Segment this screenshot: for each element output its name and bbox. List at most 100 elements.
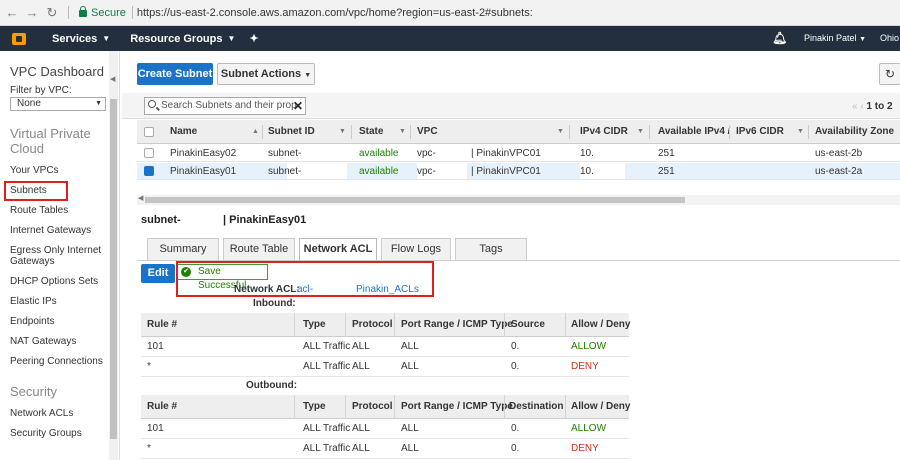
column-divider xyxy=(565,313,566,337)
header-vpc[interactable]: VPC xyxy=(417,120,438,144)
column-divider xyxy=(729,125,730,139)
table-row: * ALL Traffic ALL ALL 0. DENY xyxy=(141,439,629,459)
tab-tags[interactable]: Tags xyxy=(455,238,527,260)
column-divider xyxy=(410,125,411,139)
cell-vpc: vpc- xyxy=(417,166,436,177)
chevron-down-icon[interactable]: ▼ xyxy=(399,120,406,144)
cell-port-range: ALL xyxy=(401,443,419,454)
edit-button[interactable]: Edit xyxy=(141,264,175,283)
region-menu[interactable]: Ohio xyxy=(880,33,899,43)
select-all-checkbox[interactable] xyxy=(144,127,154,137)
cell-rule: * xyxy=(147,443,151,454)
row-checkbox[interactable] xyxy=(144,148,154,158)
sort-ascending-icon[interactable]: ▲ xyxy=(252,120,259,144)
sidebar-item-egress-only-gateways[interactable]: Egress Only Internet Gateways xyxy=(10,245,110,267)
resource-groups-menu[interactable]: Resource Groups ▼ xyxy=(130,33,235,45)
tab-summary[interactable]: Summary xyxy=(147,238,219,260)
sidebar-scroll-thumb[interactable] xyxy=(110,99,117,439)
chevron-down-icon: ▼ xyxy=(95,100,102,107)
scroll-left-icon[interactable]: ◀ xyxy=(138,194,143,202)
refresh-icon[interactable]: ↻ xyxy=(879,63,900,85)
tab-flow-logs[interactable]: Flow Logs xyxy=(381,238,451,260)
sidebar-item-security-groups[interactable]: Security Groups xyxy=(10,428,110,439)
vpc-filter-select[interactable]: None ▼ xyxy=(10,97,106,111)
services-menu[interactable]: Services ▼ xyxy=(52,33,110,45)
chevron-down-icon: ▼ xyxy=(859,36,866,43)
sidebar-item-elastic-ips[interactable]: Elastic IPs xyxy=(10,296,110,307)
network-acl-id-link[interactable]: acl- xyxy=(297,284,313,295)
subnet-actions-button[interactable]: Subnet Actions ▼ xyxy=(217,63,315,85)
chevron-down-icon[interactable]: ▼ xyxy=(339,120,346,144)
column-divider xyxy=(345,395,346,419)
lock-icon xyxy=(79,6,87,17)
bell-icon[interactable]: 🔔︎ xyxy=(772,31,787,45)
reload-icon[interactable]: ↻ xyxy=(44,5,60,21)
header-availability-zone[interactable]: Availability Zone xyxy=(815,120,894,144)
scroll-up-icon[interactable]: ◀ xyxy=(110,75,115,83)
sidebar-title[interactable]: VPC Dashboard xyxy=(10,64,104,79)
cell-available-ipv4: 251 xyxy=(658,166,675,177)
horizontal-scrollbar[interactable]: ◀ xyxy=(137,195,900,205)
column-divider xyxy=(294,395,295,419)
tab-route-table[interactable]: Route Table xyxy=(223,238,295,260)
sidebar-item-route-tables[interactable]: Route Tables xyxy=(10,205,110,216)
cell-type: ALL Traffic xyxy=(303,443,351,454)
main-content: Create Subnet Subnet Actions ▼ ↻ Search … xyxy=(122,51,900,460)
sidebar-item-peering-connections[interactable]: Peering Connections xyxy=(10,356,110,367)
header-ipv4-cidr[interactable]: IPv4 CIDR xyxy=(580,120,628,144)
sidebar-item-your-vpcs[interactable]: Your VPCs xyxy=(10,165,110,176)
aws-logo-icon[interactable] xyxy=(12,32,26,45)
cell-state: available xyxy=(359,166,399,177)
column-divider xyxy=(294,313,295,337)
sidebar-item-internet-gateways[interactable]: Internet Gateways xyxy=(10,225,110,236)
secure-indicator[interactable]: Secure xyxy=(79,6,126,19)
create-subnet-button[interactable]: Create Subnet xyxy=(137,63,213,85)
cell-vpc: vpc- xyxy=(417,148,436,159)
column-divider xyxy=(394,313,395,337)
pin-icon[interactable]: ✦ xyxy=(249,32,258,45)
cell-availability-zone: us-east-2a xyxy=(815,166,863,177)
header-state[interactable]: State xyxy=(359,120,383,144)
sidebar-item-nat-gateways[interactable]: NAT Gateways xyxy=(10,336,110,347)
table-row[interactable]: PinakinEasy02 subnet- available vpc- | P… xyxy=(137,145,900,162)
sidebar-item-endpoints[interactable]: Endpoints xyxy=(10,316,110,327)
chevron-down-icon[interactable]: ▼ xyxy=(637,120,644,144)
sidebar-item-network-acls[interactable]: Network ACLs xyxy=(10,408,110,419)
divider xyxy=(131,6,133,19)
first-page-icon[interactable]: « xyxy=(852,101,858,112)
sidebar-item-dhcp-options[interactable]: DHCP Options Sets xyxy=(10,276,110,287)
horizontal-scroll-thumb[interactable] xyxy=(145,197,685,203)
cell-availability-zone: us-east-2b xyxy=(815,148,863,159)
tab-network-acl[interactable]: Network ACL xyxy=(299,238,377,261)
cell-rule: 101 xyxy=(147,341,164,352)
cell-port-range: ALL xyxy=(401,423,419,434)
pagination: « ‹ 1 to 2 xyxy=(852,101,893,112)
sidebar-scrollbar[interactable]: ◀ xyxy=(109,51,118,460)
column-divider xyxy=(565,395,566,419)
header-type: Type xyxy=(303,401,326,412)
search-input[interactable]: Search Subnets and their prop ✕ xyxy=(144,97,306,115)
header-name[interactable]: Name xyxy=(170,120,197,144)
table-row-selected[interactable]: PinakinEasy01 subnet- available vpc- | P… xyxy=(137,163,900,180)
cell-type: ALL Traffic xyxy=(303,341,351,352)
forward-arrow-icon[interactable]: → xyxy=(24,5,40,20)
chevron-down-icon[interactable]: ▼ xyxy=(797,120,804,144)
user-menu[interactable]: Pinakin Patel ▼ xyxy=(804,33,866,43)
subnets-highlight-box xyxy=(4,181,68,201)
url-field[interactable]: https://us-east-2.console.aws.amazon.com… xyxy=(137,7,533,19)
row-checkbox-checked[interactable] xyxy=(144,166,154,176)
header-available-ipv4[interactable]: Available IPv4 / xyxy=(658,120,730,144)
header-protocol: Protocol xyxy=(352,401,393,412)
header-subnet-id[interactable]: Subnet ID xyxy=(268,120,315,144)
cell-type: ALL Traffic xyxy=(303,423,351,434)
cell-available-ipv4: 251 xyxy=(658,148,675,159)
back-arrow-icon[interactable]: ← xyxy=(4,5,20,20)
cell-allow-deny: DENY xyxy=(571,361,599,372)
chevron-down-icon[interactable]: ▼ xyxy=(557,120,564,144)
cell-vpc-name: | PinakinVPC01 xyxy=(471,166,541,177)
cell-allow-deny: ALLOW xyxy=(571,423,607,434)
network-acl-name-link[interactable]: Pinakin_ACLs xyxy=(356,284,419,295)
clear-search-icon[interactable]: ✕ xyxy=(293,98,303,114)
prev-page-icon[interactable]: ‹ xyxy=(860,101,863,112)
header-ipv6-cidr[interactable]: IPv6 CIDR xyxy=(736,120,784,144)
